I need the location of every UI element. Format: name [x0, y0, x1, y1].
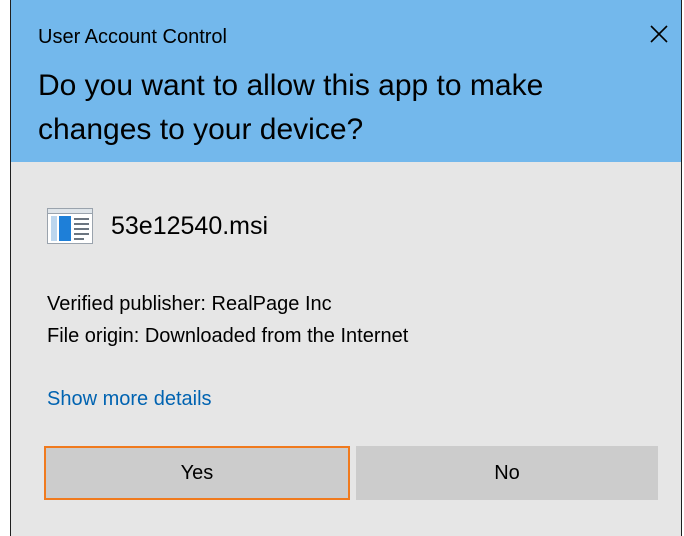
close-icon[interactable]	[639, 14, 679, 54]
uac-dialog: User Account Control Do you want to allo…	[10, 0, 682, 536]
publisher-line: Verified publisher: RealPage Inc	[47, 293, 332, 315]
origin-line: File origin: Downloaded from the Interne…	[47, 325, 409, 347]
app-name: 53e12540.msi	[111, 211, 269, 240]
installer-app-icon	[47, 208, 93, 244]
dialog-question: Do you want to allow this app to make ch…	[38, 69, 544, 146]
app-row: 53e12540.msi	[47, 206, 268, 246]
app-info: Verified publisher: RealPage Inc File or…	[47, 288, 408, 352]
show-more-details-link[interactable]: Show more details	[47, 388, 212, 411]
yes-button[interactable]: Yes	[44, 446, 350, 500]
dialog-header: User Account Control Do you want to allo…	[11, 0, 681, 162]
dialog-title: User Account Control	[38, 26, 227, 48]
no-button[interactable]: No	[356, 446, 658, 500]
